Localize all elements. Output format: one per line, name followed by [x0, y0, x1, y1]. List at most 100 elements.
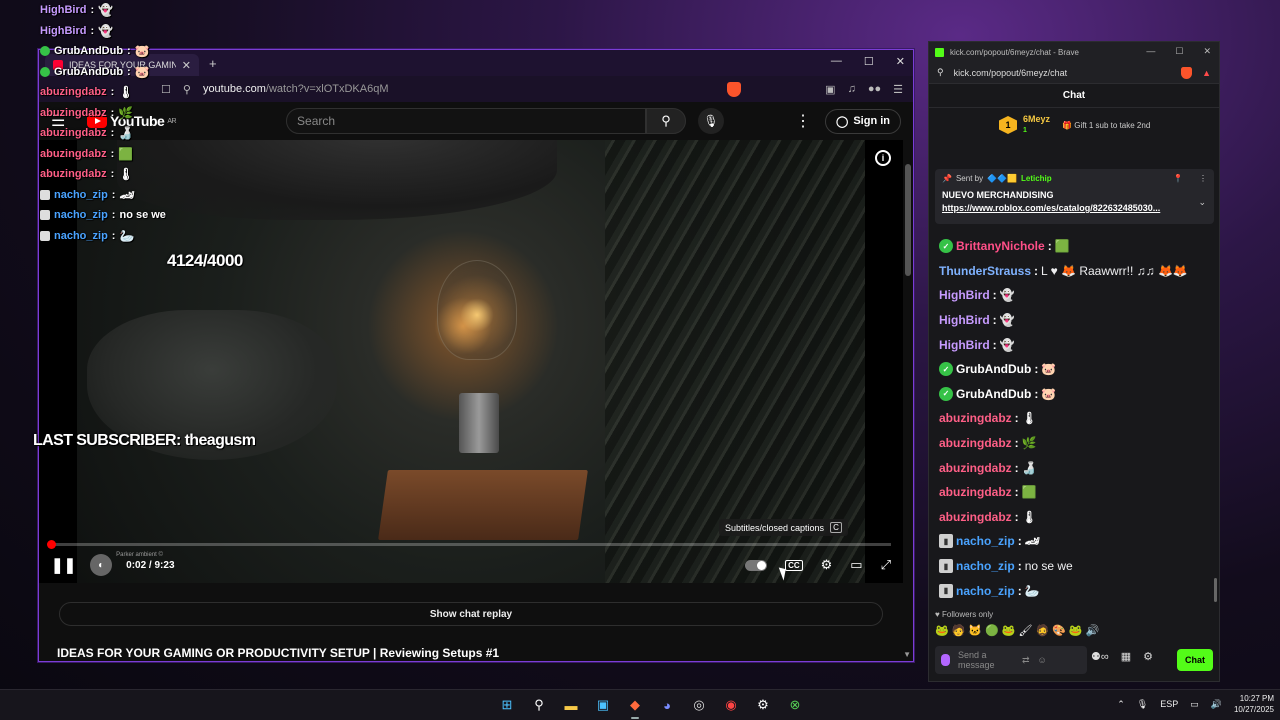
chat-username[interactable]: nacho_zip: [956, 559, 1015, 573]
unpin-icon[interactable]: 📍: [1173, 174, 1183, 183]
brave-shield-icon[interactable]: [1181, 66, 1193, 79]
voice-search-button[interactable]: 🎙: [698, 108, 725, 134]
site-info-icon[interactable]: ⚲: [183, 83, 191, 96]
close-icon[interactable]: ✕: [896, 55, 905, 68]
pinned-message[interactable]: 📌 Sent by 🔷🔷🟨 Letichip 📍 ⋮ NUEVO MERCHAN…: [935, 169, 1214, 224]
emote-icon[interactable]: 🧔: [1035, 624, 1049, 637]
extension-icon[interactable]: ●●: [868, 83, 881, 95]
minimize-icon[interactable]: —: [831, 55, 842, 68]
video-player[interactable]: i Subtitles/closed captions C ❚❚ ◐ Parke…: [39, 140, 903, 583]
close-tab-icon[interactable]: ✕: [182, 59, 191, 72]
network-icon[interactable]: ▭: [1190, 699, 1199, 710]
microphone-icon[interactable]: 🎙: [1137, 699, 1148, 710]
search-icon[interactable]: ⚲: [528, 694, 550, 716]
minimize-icon[interactable]: —: [1146, 46, 1155, 57]
obs-icon[interactable]: ◎: [688, 694, 710, 716]
autoplay-toggle[interactable]: [745, 559, 768, 571]
file-explorer-icon[interactable]: ▬: [560, 694, 582, 716]
browser-menu-icon[interactable]: ☰: [893, 83, 903, 96]
show-chat-replay-button[interactable]: Show chat replay: [59, 602, 883, 626]
subtitles-icon[interactable]: CC: [785, 559, 803, 571]
chat-emote-icon: 🦢: [119, 228, 135, 243]
xbox-icon[interactable]: ⊗: [784, 694, 806, 716]
chat-username[interactable]: nacho_zip: [956, 584, 1015, 598]
chat-username[interactable]: abuzingdabz: [939, 461, 1012, 475]
info-icon[interactable]: i: [875, 150, 891, 166]
chat-username[interactable]: GrubAndDub: [956, 362, 1031, 376]
emote-icon[interactable]: 🐱: [968, 624, 982, 637]
chat-username[interactable]: abuzingdabz: [939, 436, 1012, 450]
send-chat-button[interactable]: Chat: [1177, 649, 1213, 671]
emote-icon[interactable]: 🐸: [1069, 624, 1083, 637]
brave-rewards-icon[interactable]: ▲: [1202, 68, 1211, 78]
chat-username[interactable]: HighBird: [939, 313, 990, 327]
discord-icon[interactable]: ◕: [656, 694, 678, 716]
chat-username[interactable]: HighBird: [939, 288, 990, 302]
speaker-icon[interactable]: 🔊: [1211, 699, 1222, 710]
chat-username[interactable]: HighBird: [939, 338, 990, 352]
emote-icon[interactable]: 🖌: [1019, 624, 1033, 637]
close-icon[interactable]: ✕: [1203, 46, 1211, 57]
clock[interactable]: 10:27 PM 10/27/2025: [1234, 693, 1274, 715]
chat-username[interactable]: abuzingdabz: [939, 510, 1012, 524]
chevron-up-icon[interactable]: ⌃: [1117, 699, 1125, 710]
emote-icon[interactable]: 🧑: [952, 624, 966, 637]
maximize-icon[interactable]: ☐: [1175, 46, 1183, 57]
chat-username[interactable]: abuzingdabz: [939, 485, 1012, 499]
reader-mode-icon[interactable]: ▣: [825, 83, 835, 96]
store-icon[interactable]: ▣: [592, 694, 614, 716]
kick-url-field[interactable]: kick.com/popout/6meyz/chat: [954, 68, 1068, 78]
progress-bar[interactable]: [47, 540, 891, 549]
fullscreen-icon[interactable]: ⤢: [881, 557, 891, 573]
scroll-down-icon[interactable]: ▼: [903, 650, 911, 659]
brave-browser-icon[interactable]: ◆: [624, 694, 646, 719]
progress-scrubber[interactable]: [47, 540, 56, 549]
pause-icon[interactable]: ❚❚: [51, 556, 76, 574]
chat-username[interactable]: GrubAndDub: [956, 387, 1031, 401]
url-field[interactable]: youtube.com/watch?v=xlOTxDKA6qM: [203, 83, 389, 95]
windows-taskbar: ⊞ ⚲ ▬ ▣ ◆ ◕ ◎ ◉ ⚙ ⊗ ⌃ 🎙 ESP ▭ 🔊 10:27 PM…: [0, 689, 1280, 720]
miniplayer-icon[interactable]: ▭: [850, 557, 862, 573]
chevron-down-icon[interactable]: ⌄: [1198, 197, 1206, 208]
chrome-icon[interactable]: ◉: [720, 694, 742, 716]
chat-settings-icon[interactable]: ⚙: [1143, 650, 1153, 663]
settings-menu-icon[interactable]: ⋮: [795, 111, 811, 131]
site-info-icon[interactable]: ⚲: [937, 67, 944, 78]
sign-in-button[interactable]: ◯ Sign in: [825, 108, 901, 134]
chat-scrollbar[interactable]: [1214, 578, 1217, 602]
maximize-icon[interactable]: ☐: [864, 55, 874, 68]
start-windows-icon[interactable]: ⊞: [496, 694, 518, 716]
pinned-menu-icon[interactable]: ⋮: [1199, 174, 1207, 183]
emote-icon[interactable]: 🔊: [1086, 624, 1100, 637]
chat-username[interactable]: abuzingdabz: [939, 411, 1012, 425]
gift-leaderboard[interactable]: 1 6Meyz 1 🎁 Gift 1 sub to take 2nd: [929, 108, 1219, 142]
separator: :: [1017, 534, 1022, 549]
volume-icon[interactable]: ◐: [90, 554, 113, 576]
search-input[interactable]: Search: [286, 108, 647, 134]
search-button[interactable]: ⚲: [646, 108, 687, 134]
chat-message-input[interactable]: Send a message ⇄ ☺: [935, 646, 1087, 674]
chat-username[interactable]: BrittanyNichole: [956, 239, 1045, 253]
emote-picker-icon[interactable]: [941, 654, 950, 666]
language-indicator[interactable]: ESP: [1160, 699, 1178, 709]
separator: :: [1014, 509, 1019, 524]
chat-username[interactable]: ThunderStrauss: [939, 264, 1031, 278]
pinned-link[interactable]: https://www.roblox.com/es/catalog/822632…: [942, 203, 1192, 213]
emoji-icon[interactable]: ☺: [1038, 655, 1047, 665]
chat-username[interactable]: nacho_zip: [956, 534, 1015, 548]
chat-message: HighBird: 👻: [939, 308, 1211, 333]
settings-gear-icon[interactable]: ⚙: [821, 557, 833, 573]
emote-icon[interactable]: 🎨: [1052, 624, 1066, 637]
music-icon[interactable]: ♫: [848, 83, 856, 95]
emote-icon[interactable]: 🟢: [985, 624, 999, 637]
emote-icon[interactable]: 🐸: [1002, 624, 1016, 637]
translate-icon[interactable]: ⇄: [1022, 655, 1030, 666]
settings-icon[interactable]: ⚙: [752, 694, 774, 716]
kicks-icon[interactable]: ⚉∞: [1091, 650, 1109, 663]
pinned-user[interactable]: Letichip: [1021, 174, 1052, 183]
new-tab-icon[interactable]: +: [209, 56, 217, 71]
page-scrollbar[interactable]: [905, 164, 911, 276]
emote-icon[interactable]: 🐸: [935, 624, 949, 637]
store-icon[interactable]: ▦: [1121, 650, 1131, 663]
brave-shield-icon[interactable]: [727, 81, 742, 97]
